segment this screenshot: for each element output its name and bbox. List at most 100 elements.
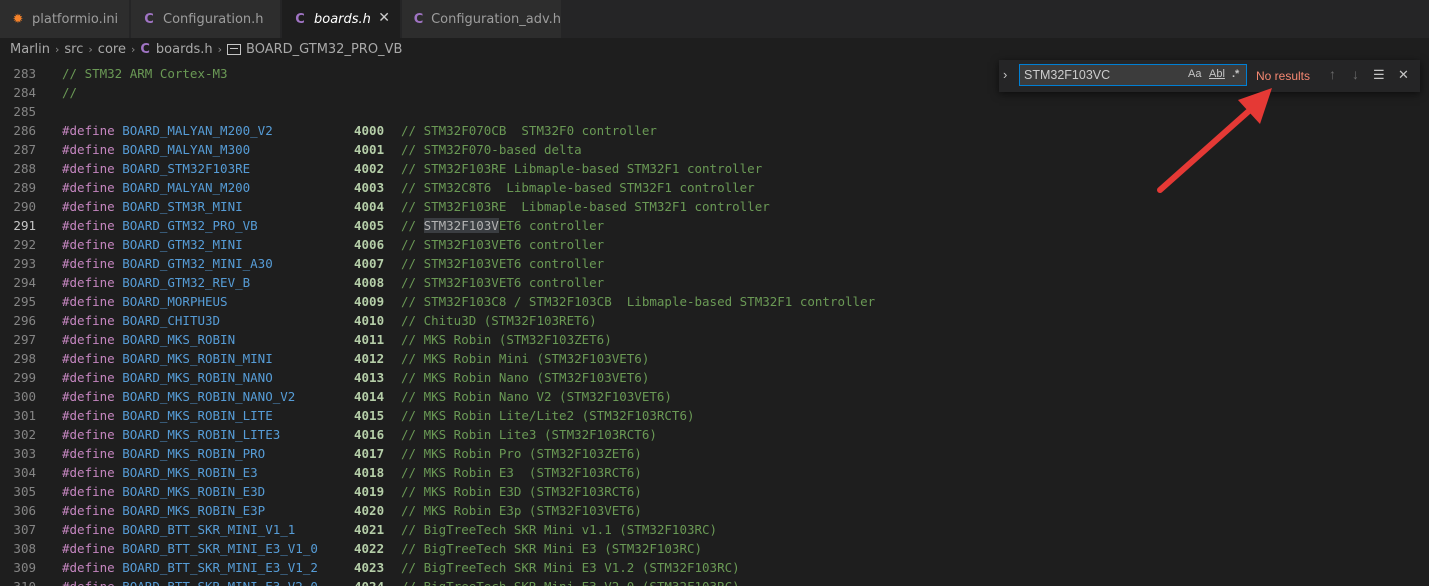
macro-name: BOARD_MKS_ROBIN_E3D <box>122 484 266 499</box>
next-match-icon[interactable]: ↓ <box>1352 66 1359 82</box>
breadcrumb-item-file[interactable]: boards.h <box>156 42 213 57</box>
define-statement: #define BOARD_BTT_SKR_MINI_E3_V1_2 <box>62 558 318 577</box>
breadcrumb-item-src[interactable]: src <box>64 42 83 57</box>
search-highlight: STM32F103V <box>423 218 499 233</box>
board-id: 4018 <box>354 465 385 480</box>
define-keyword: #define <box>62 522 115 537</box>
line-number: 284 <box>13 85 36 100</box>
code-line[interactable]: 291 #define BOARD_GTM32_PRO_VB 4005 // STM3… <box>0 216 1429 235</box>
tab-label: platformio.ini <box>32 11 119 27</box>
comment-suffix: ET6 controller <box>498 218 605 233</box>
board-id: 4021 <box>354 522 385 537</box>
board-id: 4016 <box>354 427 385 442</box>
macro-name: BOARD_STM32F103RE <box>122 161 251 176</box>
macro-name: BOARD_MKS_ROBIN_MINI <box>122 351 273 366</box>
macro-name: BOARD_MKS_ROBIN_NANO <box>122 370 273 385</box>
tab-configuration-adv-h[interactable]: C Configuration_adv.h <box>402 0 562 38</box>
code-line[interactable]: 301 #define BOARD_MKS_ROBIN_LITE 4015 // MK… <box>0 406 1429 425</box>
line-number: 287 <box>13 142 36 157</box>
symbol-constant-icon <box>227 43 242 55</box>
line-number: 302 <box>13 427 36 442</box>
breadcrumb-item-marlin[interactable]: Marlin <box>10 42 50 57</box>
board-id: 4010 <box>354 313 385 328</box>
line-number: 300 <box>13 389 36 404</box>
line-number: 310 <box>0 577 36 586</box>
macro-name: BOARD_CHITU3D <box>122 313 221 328</box>
define-statement: #define BOARD_MALYAN_M200 <box>62 178 250 197</box>
code-line[interactable]: 295 #define BOARD_MORPHEUS 4009 // STM32F10… <box>0 292 1429 311</box>
code-line[interactable]: 298 #define BOARD_MKS_ROBIN_MINI 4012 // MK… <box>0 349 1429 368</box>
macro-name: BOARD_MALYAN_M200_V2 <box>122 123 273 138</box>
code-line[interactable]: 302 #define BOARD_MKS_ROBIN_LITE3 4016 // M… <box>0 425 1429 444</box>
whole-word-icon[interactable]: Abl <box>1209 68 1225 80</box>
code-line[interactable]: 300 #define BOARD_MKS_ROBIN_NANO_V2 4014 //… <box>0 387 1429 406</box>
define-keyword: #define <box>62 161 115 176</box>
comment-text: // STM32F103VET6 controller <box>401 237 605 252</box>
define-statement: #define BOARD_MKS_ROBIN_E3P <box>62 501 265 520</box>
define-keyword: #define <box>62 579 115 586</box>
board-id: 4006 <box>354 237 385 252</box>
toggle-replace-icon[interactable]: › <box>1003 67 1007 82</box>
chevron-right-icon: › <box>217 42 223 56</box>
c-file-icon: C <box>144 11 154 27</box>
code-line[interactable]: 292 #define BOARD_GTM32_MINI 4006 // STM32F… <box>0 235 1429 254</box>
code-line[interactable]: 293 #define BOARD_GTM32_MINI_A30 4007 // ST… <box>0 254 1429 273</box>
code-line[interactable]: 309 #define BOARD_BTT_SKR_MINI_E3_V1_2 402… <box>0 558 1429 577</box>
find-in-selection-icon[interactable]: ☰ <box>1373 67 1385 83</box>
code-line[interactable]: 308 #define BOARD_BTT_SKR_MINI_E3_V1_0 402… <box>0 539 1429 558</box>
comment-text: // BigTreeTech SKR Mini E3 (STM32F103RC) <box>401 541 703 556</box>
comment-text: // MKS Robin E3p (STM32F103VET6) <box>401 503 642 518</box>
board-id: 4023 <box>354 560 385 575</box>
match-case-icon[interactable]: Aa <box>1188 68 1201 80</box>
regex-icon[interactable]: .* <box>1232 68 1239 80</box>
line-number: 305 <box>13 484 36 499</box>
code-line[interactable]: 304 #define BOARD_MKS_ROBIN_E3 4018 // MKS … <box>0 463 1429 482</box>
close-icon[interactable]: ✕ <box>378 10 390 26</box>
c-file-icon: C <box>413 11 424 27</box>
breadcrumb-item-symbol[interactable]: BOARD_GTM32_PRO_VB <box>246 42 402 57</box>
previous-match-icon[interactable]: ↑ <box>1329 66 1336 82</box>
tab-label: boards.h <box>314 11 371 27</box>
code-line[interactable]: 296 #define BOARD_CHITU3D 4010 // Chitu3D (… <box>0 311 1429 330</box>
comment-prefix: // <box>401 218 424 233</box>
code-line[interactable]: 303 #define BOARD_MKS_ROBIN_PRO 4017 // MKS… <box>0 444 1429 463</box>
code-line[interactable]: 294 #define BOARD_GTM32_REV_B 4008 // STM32… <box>0 273 1429 292</box>
c-file-icon: C <box>295 11 305 27</box>
tab-boards-h[interactable]: C boards.h ✕ <box>282 0 401 38</box>
comment-text: // STM32F103VET6 controller <box>401 275 605 290</box>
define-statement: #define BOARD_MKS_ROBIN_LITE <box>62 406 273 425</box>
code-line[interactable]: 306 #define BOARD_MKS_ROBIN_E3P 4020 // MKS… <box>0 501 1429 520</box>
tab-platformio-ini[interactable]: ✹ platformio.ini <box>0 0 130 38</box>
line-number: 295 <box>13 294 36 309</box>
define-keyword: #define <box>62 332 115 347</box>
close-find-icon[interactable]: ✕ <box>1398 67 1409 83</box>
line-number: 297 <box>13 332 36 347</box>
chevron-right-icon: › <box>130 42 136 56</box>
board-id: 4001 <box>354 142 385 157</box>
code-line[interactable]: 307 #define BOARD_BTT_SKR_MINI_V1_1 4021 //… <box>0 520 1429 539</box>
comment-text: // Chitu3D (STM32F103RET6) <box>401 313 597 328</box>
board-id: 4012 <box>354 351 385 366</box>
macro-name: BOARD_MKS_ROBIN_PRO <box>122 446 266 461</box>
define-statement: #define BOARD_BTT_SKR_MINI_E3_V2_0 <box>62 577 318 586</box>
line-number: 306 <box>13 503 36 518</box>
comment-text: // MKS Robin E3 (STM32F103RCT6) <box>401 465 642 480</box>
code-line[interactable]: 299 #define BOARD_MKS_ROBIN_NANO 4013 // MK… <box>0 368 1429 387</box>
code-line[interactable]: 310 #define BOARD_BTT_SKR_MINI_E3_V2_0 402… <box>0 577 1429 586</box>
line-number: 292 <box>13 237 36 252</box>
line-number: 303 <box>13 446 36 461</box>
board-id: 4015 <box>354 408 385 423</box>
line-number: 309 <box>13 560 36 575</box>
board-id: 4017 <box>354 446 385 461</box>
macro-name: BOARD_BTT_SKR_MINI_V1_1 <box>122 522 296 537</box>
comment-text: // STM32 ARM Cortex-M3 <box>62 66 228 81</box>
define-statement: #define BOARD_GTM32_REV_B <box>62 273 250 292</box>
code-line[interactable]: 305 #define BOARD_MKS_ROBIN_E3D 4019 // MKS… <box>0 482 1429 501</box>
comment-text: // STM32F103VET6 controller <box>401 256 605 271</box>
comment-text: // BigTreeTech SKR Mini E3 V1.2 (STM32F1… <box>401 560 740 575</box>
chevron-right-icon: › <box>88 42 93 56</box>
breadcrumb-item-core[interactable]: core <box>98 42 126 57</box>
line-number: 307 <box>13 522 36 537</box>
tab-configuration-h[interactable]: C Configuration.h <box>131 0 281 38</box>
code-line[interactable]: 297 #define BOARD_MKS_ROBIN 4011 // MKS Rob… <box>0 330 1429 349</box>
